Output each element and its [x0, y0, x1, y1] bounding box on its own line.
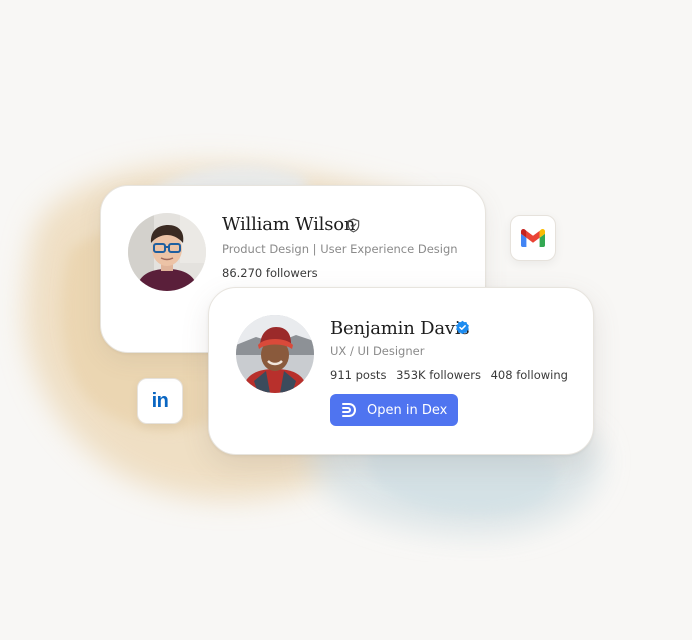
profile-followers: 86.270 followers: [222, 266, 318, 280]
gmail-app-tile[interactable]: [510, 215, 556, 261]
following-count: 408 following: [490, 368, 568, 382]
profile-card-benjamin[interactable]: Benjamin Davis UX / UI Designer 911 post…: [208, 287, 594, 455]
verified-check-icon: [456, 320, 469, 335]
linkedin-app-tile[interactable]: in: [137, 378, 183, 424]
profile-name: William Wilson: [222, 214, 356, 235]
followers-count: 353K followers: [396, 368, 481, 382]
gmail-icon: [521, 229, 545, 247]
profile-name: Benjamin Davis: [330, 318, 470, 339]
open-in-dex-button[interactable]: Open in Dex: [330, 394, 458, 426]
profile-headline: Product Design | User Experience Design: [222, 242, 458, 256]
profile-headline: UX / UI Designer: [330, 344, 425, 358]
hero-illustration: in William Wilson Product Design | User …: [0, 0, 692, 640]
shield-check-icon: [347, 218, 360, 233]
profile-stats: 911 posts 353K followers 408 following: [330, 368, 574, 382]
avatar-william: [128, 213, 206, 291]
dex-logo-icon: [342, 403, 357, 417]
posts-count: 911 posts: [330, 368, 387, 382]
avatar-benjamin: [236, 315, 314, 393]
linkedin-icon: in: [151, 389, 169, 412]
open-in-dex-label: Open in Dex: [367, 402, 448, 418]
